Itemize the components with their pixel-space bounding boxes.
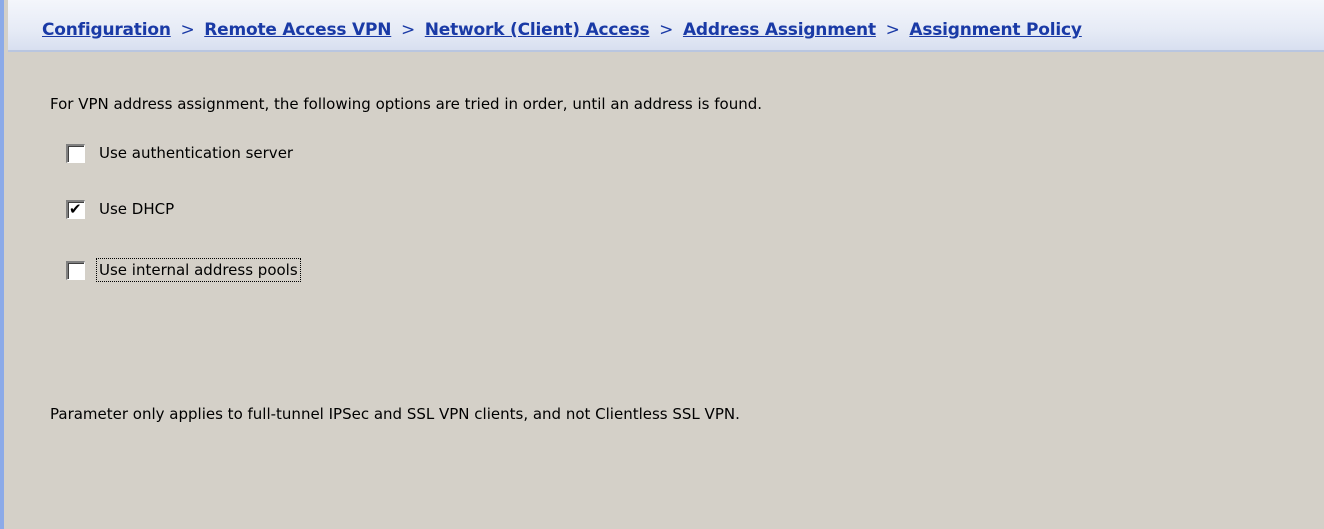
use-authentication-server-label[interactable]: Use authentication server [99, 144, 293, 162]
use-internal-address-pools-label[interactable]: Use internal address pools [96, 258, 301, 282]
breadcrumb: Configuration > Remote Access VPN > Netw… [42, 20, 1082, 40]
use-authentication-server-checkbox[interactable]: ✔ [66, 143, 85, 163]
use-internal-address-pools-checkbox[interactable]: ✔ [66, 260, 85, 280]
breadcrumb-remote-access-vpn[interactable]: Remote Access VPN [204, 20, 391, 40]
option-use-dhcp[interactable]: ✔ Use DHCP [66, 198, 174, 220]
intro-text: For VPN address assignment, the followin… [50, 95, 762, 113]
breadcrumb-configuration[interactable]: Configuration [42, 20, 171, 40]
panel-frame: Configuration > Remote Access VPN > Netw… [0, 0, 1324, 529]
use-dhcp-checkbox[interactable]: ✔ [66, 199, 85, 219]
checkmark-icon: ✔ [69, 199, 82, 218]
option-use-authentication-server[interactable]: ✔ Use authentication server [66, 142, 293, 164]
breadcrumb-separator: > [180, 20, 195, 40]
option-use-internal-address-pools[interactable]: ✔ Use internal address pools [66, 258, 301, 282]
breadcrumb-bar: Configuration > Remote Access VPN > Netw… [8, 0, 1324, 52]
breadcrumb-network-client-access[interactable]: Network (Client) Access [425, 20, 650, 40]
breadcrumb-separator: > [885, 20, 900, 40]
breadcrumb-assignment-policy[interactable]: Assignment Policy [909, 20, 1082, 40]
note-text: Parameter only applies to full-tunnel IP… [50, 405, 740, 423]
breadcrumb-separator: > [659, 20, 674, 40]
breadcrumb-separator: > [400, 20, 416, 40]
breadcrumb-address-assignment[interactable]: Address Assignment [683, 20, 876, 40]
use-dhcp-label[interactable]: Use DHCP [99, 200, 174, 218]
